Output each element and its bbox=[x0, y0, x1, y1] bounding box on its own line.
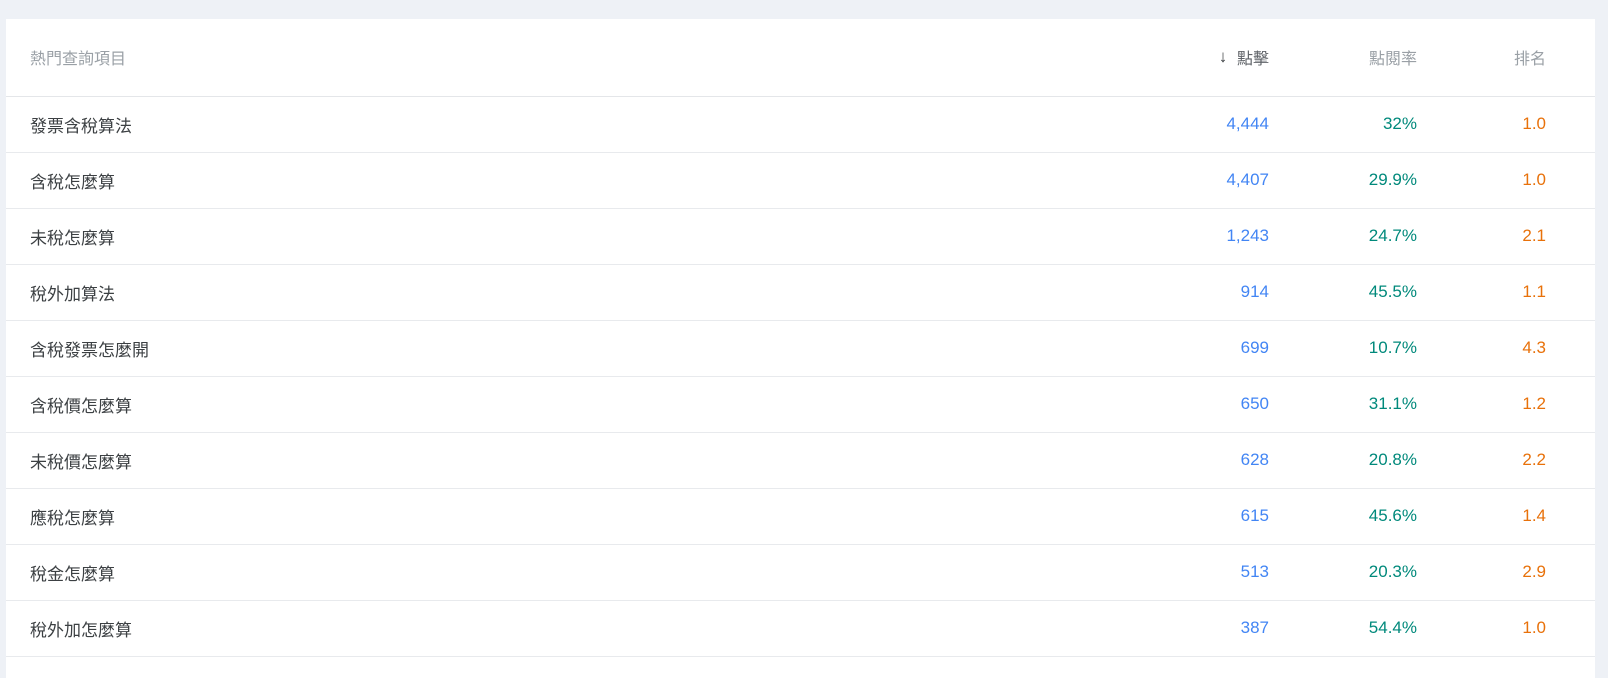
arrow-down-icon: ↓ bbox=[1218, 47, 1228, 67]
cell-query: 含稅發票怎麼開 bbox=[6, 320, 1146, 377]
cell-position: 1.1 bbox=[1447, 264, 1595, 321]
cell-ctr: 31.1% bbox=[1299, 376, 1447, 433]
cell-query: 含稅怎麼算 bbox=[6, 152, 1146, 209]
cell-position: 2.9 bbox=[1447, 544, 1595, 601]
table-row[interactable]: 稅金怎麼算 513 20.3% 2.9 bbox=[6, 544, 1595, 601]
cell-clicks: 628 bbox=[1146, 432, 1299, 489]
clicks-sort-group: ↓ 點擊 bbox=[1216, 45, 1269, 69]
cell-ctr: 24.7% bbox=[1299, 208, 1447, 265]
cell-position: 1.4 bbox=[1447, 488, 1595, 545]
table-row[interactable]: 含稅價怎麼算 650 31.1% 1.2 bbox=[6, 376, 1595, 433]
cell-position: 2.2 bbox=[1447, 432, 1595, 489]
cell-clicks: 914 bbox=[1146, 264, 1299, 321]
cell-clicks: 1,243 bbox=[1146, 208, 1299, 265]
cell-query: 含稅價怎麼算 bbox=[6, 376, 1146, 433]
cell-position: 2.1 bbox=[1447, 208, 1595, 265]
cell-clicks: 4,444 bbox=[1146, 96, 1299, 153]
table-row[interactable]: 發票含稅算法 4,444 32% 1.0 bbox=[6, 96, 1595, 153]
top-queries-table: 熱門查詢項目 ↓ 點擊 點閱率 排名 發票含稅算法 4,444 32% 1.0 含稅怎麼… bbox=[6, 19, 1595, 657]
table-row[interactable]: 應稅怎麼算 615 45.6% 1.4 bbox=[6, 488, 1595, 545]
table-row[interactable]: 未稅價怎麼算 628 20.8% 2.2 bbox=[6, 432, 1595, 489]
cell-ctr: 20.3% bbox=[1299, 544, 1447, 601]
column-header-clicks[interactable]: ↓ 點擊 bbox=[1146, 19, 1299, 97]
cell-query: 稅金怎麼算 bbox=[6, 544, 1146, 601]
table-row[interactable]: 稅外加算法 914 45.5% 1.1 bbox=[6, 264, 1595, 321]
cell-ctr: 20.8% bbox=[1299, 432, 1447, 489]
cell-query: 應稅怎麼算 bbox=[6, 488, 1146, 545]
column-header-query[interactable]: 熱門查詢項目 bbox=[6, 19, 1146, 97]
page-root: 熱門查詢項目 ↓ 點擊 點閱率 排名 發票含稅算法 4,444 32% 1.0 含稅怎麼… bbox=[0, 0, 1608, 678]
cell-clicks: 513 bbox=[1146, 544, 1299, 601]
cell-clicks: 387 bbox=[1146, 600, 1299, 657]
table-header-row: 熱門查詢項目 ↓ 點擊 點閱率 排名 bbox=[6, 19, 1595, 97]
cell-position: 1.0 bbox=[1447, 96, 1595, 153]
cell-clicks: 615 bbox=[1146, 488, 1299, 545]
cell-position: 1.0 bbox=[1447, 152, 1595, 209]
cell-position: 1.0 bbox=[1447, 600, 1595, 657]
cell-query: 未稅價怎麼算 bbox=[6, 432, 1146, 489]
table-body: 發票含稅算法 4,444 32% 1.0 含稅怎麼算 4,407 29.9% 1.0 未稅怎麼算… bbox=[6, 96, 1595, 657]
cell-clicks: 4,407 bbox=[1146, 152, 1299, 209]
cell-query: 未稅怎麼算 bbox=[6, 208, 1146, 265]
cell-ctr: 45.6% bbox=[1299, 488, 1447, 545]
table-header: 熱門查詢項目 ↓ 點擊 點閱率 排名 bbox=[6, 19, 1595, 97]
cell-ctr: 45.5% bbox=[1299, 264, 1447, 321]
column-header-clicks-label: 點擊 bbox=[1236, 51, 1269, 69]
table-row[interactable]: 稅外加怎麼算 387 54.4% 1.0 bbox=[6, 600, 1595, 657]
cell-clicks: 699 bbox=[1146, 320, 1299, 377]
cell-ctr: 29.9% bbox=[1299, 152, 1447, 209]
table-row[interactable]: 含稅怎麼算 4,407 29.9% 1.0 bbox=[6, 152, 1595, 209]
cell-clicks: 650 bbox=[1146, 376, 1299, 433]
table-row[interactable]: 未稅怎麼算 1,243 24.7% 2.1 bbox=[6, 208, 1595, 265]
cell-ctr: 54.4% bbox=[1299, 600, 1447, 657]
cell-query: 稅外加算法 bbox=[6, 264, 1146, 321]
cell-query: 稅外加怎麼算 bbox=[6, 600, 1146, 657]
table-row[interactable]: 含稅發票怎麼開 699 10.7% 4.3 bbox=[6, 320, 1595, 377]
column-header-position[interactable]: 排名 bbox=[1447, 19, 1595, 97]
cell-position: 1.2 bbox=[1447, 376, 1595, 433]
cell-query: 發票含稅算法 bbox=[6, 96, 1146, 153]
column-header-ctr[interactable]: 點閱率 bbox=[1299, 19, 1447, 97]
cell-position: 4.3 bbox=[1447, 320, 1595, 377]
cell-ctr: 10.7% bbox=[1299, 320, 1447, 377]
queries-card: 熱門查詢項目 ↓ 點擊 點閱率 排名 發票含稅算法 4,444 32% 1.0 含稅怎麼… bbox=[6, 19, 1595, 678]
cell-ctr: 32% bbox=[1299, 96, 1447, 153]
